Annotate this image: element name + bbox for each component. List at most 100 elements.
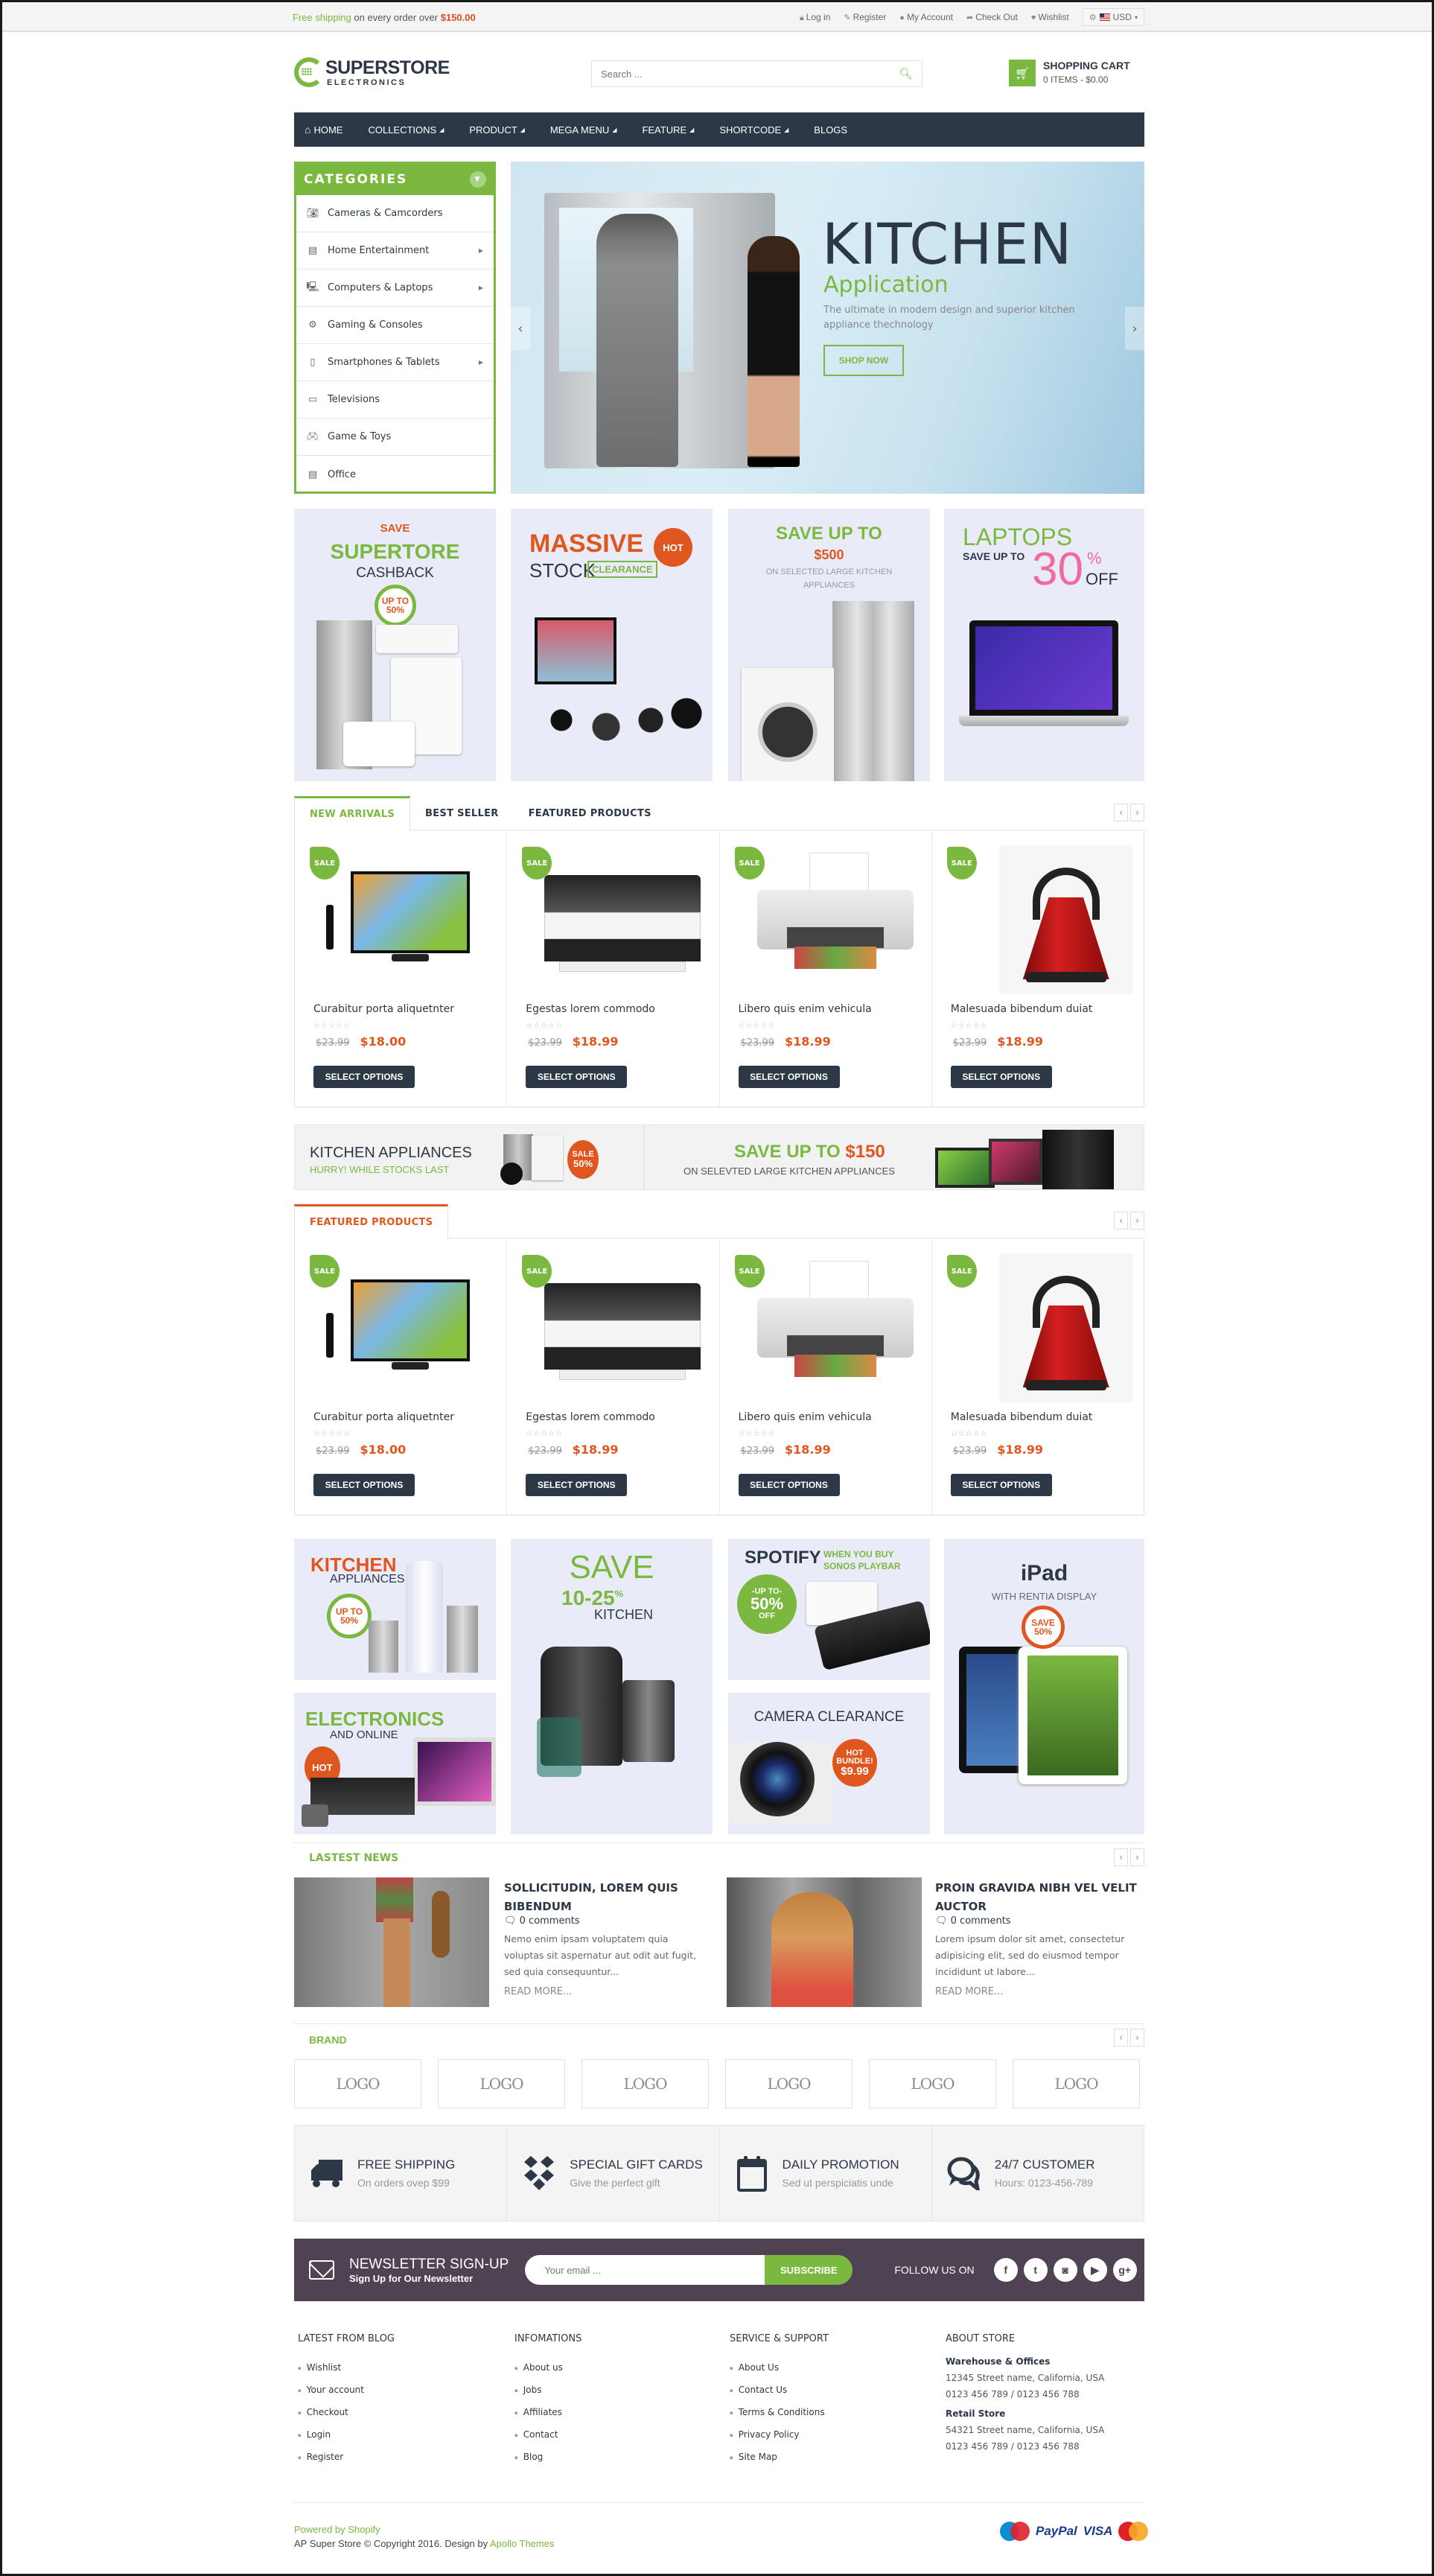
select-options-button[interactable]: SELECT OPTIONS bbox=[738, 1474, 840, 1496]
news-image[interactable] bbox=[727, 1877, 922, 2007]
brand-logo[interactable]: LOGO bbox=[294, 2059, 421, 2108]
promo-banner-clearance[interactable]: MASSIVE STOCK CLEARANCE HOT bbox=[511, 509, 713, 781]
printer-product-image[interactable] bbox=[742, 1253, 914, 1402]
designer-link[interactable]: Apollo Themes bbox=[490, 2538, 554, 2549]
youtube-icon[interactable]: ▶ bbox=[1083, 2258, 1107, 2282]
category-cameras[interactable]: 📷︎ Cameras & Camcorders bbox=[296, 195, 494, 232]
product-name[interactable]: Curabitur porta aliquetnter bbox=[313, 1411, 454, 1423]
category-computers[interactable]: 🖳︎ Computers & Laptops ▶ bbox=[296, 270, 494, 307]
select-options-button[interactable]: SELECT OPTIONS bbox=[950, 1474, 1052, 1496]
product-name[interactable]: Libero quis enim vehicula bbox=[739, 1003, 872, 1015]
nav-feature[interactable]: FEATURE ◢ bbox=[642, 124, 694, 136]
category-office[interactable]: ▤ Office bbox=[296, 456, 494, 493]
category-game-toys[interactable]: 🎮︎ Game & Toys bbox=[296, 419, 494, 456]
my-account-link[interactable]: ● My Account bbox=[899, 12, 953, 22]
printer-product-image[interactable] bbox=[529, 1253, 701, 1402]
instagram-icon[interactable]: ◙ bbox=[1053, 2258, 1077, 2282]
checkout-link[interactable]: ➦ Check Out bbox=[966, 12, 1018, 22]
footer-link[interactable]: Blog bbox=[514, 2452, 581, 2474]
footer-link[interactable]: Affiliates bbox=[514, 2407, 581, 2429]
footer-link[interactable]: Register bbox=[298, 2452, 395, 2474]
brand-logo[interactable]: LOGO bbox=[725, 2059, 853, 2108]
footer-link[interactable]: Contact bbox=[514, 2429, 581, 2452]
twitter-icon[interactable]: t bbox=[1023, 2258, 1048, 2282]
tv-product-image[interactable] bbox=[317, 845, 481, 994]
slider-prev-button[interactable]: ‹ bbox=[511, 307, 530, 350]
footer-link[interactable]: Jobs bbox=[514, 2385, 581, 2407]
footer-link[interactable]: Your account bbox=[298, 2385, 395, 2407]
product-name[interactable]: Malesuada bibendum duiat bbox=[951, 1411, 1093, 1423]
footer-link[interactable]: Wishlist bbox=[298, 2362, 395, 2385]
promo-banner-cashback[interactable]: SAVE SUPERTORE CASHBACK UP TO 50% bbox=[294, 509, 496, 781]
banner-kitchen-appliances-small[interactable]: KITCHEN APPLIANCES UP TO 50% bbox=[294, 1539, 496, 1680]
printer-product-image[interactable] bbox=[742, 845, 914, 994]
wishlist-link[interactable]: ♥ Wishlist bbox=[1031, 12, 1069, 22]
read-more-link[interactable]: READ MORE... bbox=[504, 1986, 572, 1997]
carousel-prev-button[interactable]: ‹ bbox=[1114, 804, 1128, 821]
nav-shortcode[interactable]: SHORTCODE ◢ bbox=[719, 124, 788, 136]
news-image[interactable] bbox=[294, 1877, 489, 2007]
tab-new-arrivals[interactable]: NEW ARRIVALS bbox=[294, 796, 411, 830]
footer-link[interactable]: Terms & Conditions bbox=[730, 2407, 829, 2429]
banner-camera-clearance[interactable]: CAMERA CLEARANCE HOT BUNDLE! $9.99 bbox=[728, 1693, 930, 1834]
carousel-prev-button[interactable]: ‹ bbox=[1114, 2029, 1128, 2047]
register-link[interactable]: ✎ Register bbox=[844, 12, 886, 22]
carousel-prev-button[interactable]: ‹ bbox=[1114, 1212, 1128, 1230]
select-options-button[interactable]: SELECT OPTIONS bbox=[738, 1066, 840, 1088]
carousel-next-button[interactable]: › bbox=[1130, 804, 1144, 821]
carousel-prev-button[interactable]: ‹ bbox=[1114, 1848, 1128, 1866]
categories-header[interactable]: CATEGORIES ▼ bbox=[296, 164, 494, 195]
category-televisions[interactable]: ▭ Televisions bbox=[296, 381, 494, 419]
shopping-cart[interactable]: 🛒︎ SHOPPING CART 0 ITEMS - $0.00 bbox=[1009, 60, 1130, 86]
product-name[interactable]: Malesuada bibendum duiat bbox=[951, 1003, 1093, 1015]
select-options-button[interactable]: SELECT OPTIONS bbox=[313, 1066, 415, 1088]
product-name[interactable]: Egestas lorem commodo bbox=[526, 1003, 655, 1015]
tab-featured-products[interactable]: FEATURED PRODUCTS bbox=[514, 796, 666, 830]
carousel-next-button[interactable]: › bbox=[1130, 1212, 1144, 1230]
google-plus-icon[interactable]: g+ bbox=[1112, 2258, 1137, 2282]
select-options-button[interactable]: SELECT OPTIONS bbox=[950, 1066, 1052, 1088]
banner-spotify[interactable]: SPOTIFY WHEN YOU BUY SONOS PLAYBAR -UP T… bbox=[728, 1539, 930, 1680]
nav-product[interactable]: PRODUCT ◢ bbox=[469, 124, 524, 136]
banner-electronics[interactable]: ELECTRONICS AND ONLINE HOT bbox=[294, 1693, 496, 1834]
category-smartphones[interactable]: ▯ Smartphones & Tablets ▶ bbox=[296, 344, 494, 381]
slider-next-button[interactable]: › bbox=[1125, 307, 1144, 350]
banner-kitchen-appliances[interactable]: KITCHEN APPLIANCES HURRY! WHILE STOCKS L… bbox=[294, 1125, 644, 1190]
carousel-next-button[interactable]: › bbox=[1130, 2029, 1144, 2047]
footer-link[interactable]: Site Map bbox=[730, 2452, 829, 2474]
category-gaming[interactable]: ⚙ Gaming & Consoles bbox=[296, 307, 494, 344]
promo-banner-save-500[interactable]: SAVE UP TO $500 ON SELECTED LARGE KITCHE… bbox=[728, 509, 930, 781]
printer-product-image[interactable] bbox=[529, 845, 701, 994]
product-name[interactable]: Curabitur porta aliquetnter bbox=[313, 1003, 454, 1015]
banner-save-150[interactable]: SAVE UP TO $150 ON SELEVTED LARGE KITCHE… bbox=[644, 1125, 1144, 1190]
select-options-button[interactable]: SELECT OPTIONS bbox=[526, 1066, 628, 1088]
facebook-icon[interactable]: f bbox=[993, 2258, 1018, 2282]
footer-link[interactable]: About us bbox=[514, 2362, 581, 2385]
nav-mega-menu[interactable]: MEGA MENU ◢ bbox=[550, 124, 617, 136]
kettle-product-image[interactable] bbox=[955, 1253, 1133, 1402]
tv-product-image[interactable] bbox=[317, 1253, 481, 1402]
category-home-entertainment[interactable]: ▤ Home Entertainment ▶ bbox=[296, 232, 494, 270]
promo-banner-laptops[interactable]: LAPTOPS SAVE UP TO 30 % OFF bbox=[944, 509, 1144, 781]
read-more-link[interactable]: READ MORE... bbox=[935, 1986, 1003, 1997]
carousel-next-button[interactable]: › bbox=[1130, 1848, 1144, 1866]
powered-by-link[interactable]: Powered by Shopify bbox=[294, 2524, 380, 2535]
select-options-button[interactable]: SELECT OPTIONS bbox=[526, 1474, 628, 1496]
search-icon[interactable]: 🔍︎ bbox=[899, 67, 913, 80]
footer-link[interactable]: Contact Us bbox=[730, 2385, 829, 2407]
nav-home[interactable]: ⌂ HOME bbox=[305, 124, 342, 136]
brand-logo[interactable]: LOGO bbox=[438, 2059, 565, 2108]
brand-logo[interactable]: LOGO bbox=[1013, 2059, 1140, 2108]
store-logo[interactable]: SUPERSTORE ELECTRONICS bbox=[294, 54, 450, 92]
login-link[interactable]: 🔒︎ Log in bbox=[800, 12, 831, 23]
news-title[interactable]: PROIN GRAVIDA NIBH VEL VELIT AUCTOR bbox=[935, 1879, 1159, 1916]
tab-best-seller[interactable]: BEST SELLER bbox=[410, 796, 514, 830]
footer-link[interactable]: Login bbox=[298, 2429, 395, 2452]
brand-logo[interactable]: LOGO bbox=[581, 2059, 709, 2108]
subscribe-button[interactable]: SUBSCRIBE bbox=[765, 2255, 853, 2285]
product-name[interactable]: Libero quis enim vehicula bbox=[739, 1411, 872, 1423]
shop-now-button[interactable]: SHOP NOW bbox=[823, 345, 904, 376]
newsletter-email-input[interactable] bbox=[525, 2255, 765, 2285]
footer-link[interactable]: Privacy Policy bbox=[730, 2429, 829, 2452]
banner-ipad[interactable]: iPad WITH RENTIA DISPLAY SAVE 50% bbox=[944, 1539, 1144, 1834]
